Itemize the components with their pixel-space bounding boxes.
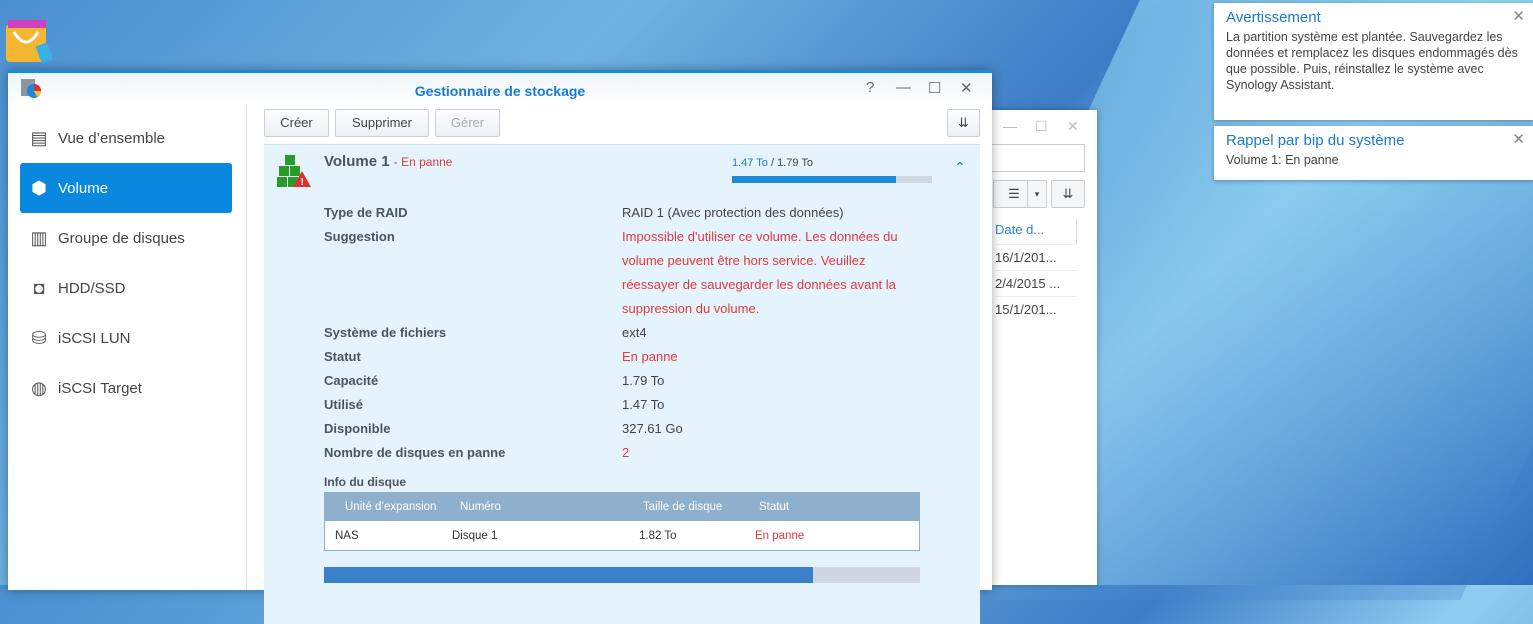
column-header-date[interactable]: Date d... xyxy=(995,218,1077,244)
sort-button[interactable]: ⇊ xyxy=(1051,180,1085,208)
cell-status: En panne xyxy=(755,530,805,542)
notification-beep[interactable]: Rappel par bip du système Volume 1: En p… xyxy=(1214,126,1533,180)
detail-label: Capacité xyxy=(324,373,379,388)
detail-label: Type de RAID xyxy=(324,205,408,220)
volume-name: Volume 1 - En panne xyxy=(324,153,453,170)
sidebar-item-label: iSCSI LUN xyxy=(58,329,131,347)
title-bar[interactable]: Gestionnaire de stockage ? — ☐ ✕ xyxy=(8,73,992,106)
maximize-icon[interactable]: ☐ xyxy=(1035,118,1048,135)
close-icon[interactable]: ✕ xyxy=(1512,130,1525,148)
minimize-icon[interactable]: — xyxy=(896,79,911,96)
detail-label: Système de fichiers xyxy=(324,325,447,340)
volume-icon: ⬢ xyxy=(31,177,47,198)
close-icon[interactable]: ✕ xyxy=(1512,7,1525,25)
notification-title: Rappel par bip du système xyxy=(1226,132,1405,149)
disk-table: Unité d’expansion Numéro Taille de disqu… xyxy=(324,492,920,551)
view-dropdown-button[interactable]: ▾ xyxy=(1027,180,1047,208)
sidebar-item-hdd-ssd[interactable]: ◘ HDD/SSD xyxy=(20,263,232,313)
help-icon[interactable]: ? xyxy=(866,79,874,96)
detail-label: Suggestion xyxy=(324,229,395,244)
delete-button[interactable]: Supprimer xyxy=(335,109,429,137)
detail-label: Statut xyxy=(324,349,361,364)
detail-value: 1.47 To xyxy=(622,397,665,412)
sidebar-item-disk-group[interactable]: ▥ Groupe de disques xyxy=(20,213,232,263)
volume-panel: ! Volume 1 - En panne 1.47 To / 1.79 To … xyxy=(264,144,980,624)
sidebar-item-volume[interactable]: ⬢ Volume xyxy=(20,163,232,213)
svg-text:!: ! xyxy=(301,177,304,188)
notification-body: Volume 1: En panne xyxy=(1226,153,1339,167)
list-item[interactable]: 2/4/2015 ... xyxy=(995,270,1077,296)
detail-value: 327.61 Go xyxy=(622,421,683,436)
disk-table-header: Unité d’expansion Numéro Taille de disqu… xyxy=(325,493,919,521)
close-icon[interactable]: ✕ xyxy=(960,79,973,97)
disk-bar xyxy=(324,567,920,583)
minimize-icon[interactable]: — xyxy=(1003,118,1017,134)
cell-disk-number: Disque 1 xyxy=(452,530,498,542)
search-input[interactable] xyxy=(985,144,1085,172)
sidebar: ▤ Vue d’ensemble ⬢ Volume ▥ Groupe de disqu… xyxy=(8,106,247,590)
sidebar-item-label: iSCSI Target xyxy=(58,379,142,397)
column-header[interactable]: Unité d’expansion xyxy=(345,501,436,513)
hdd-icon: ◘ xyxy=(33,277,45,298)
detail-label: Disponible xyxy=(324,421,391,436)
sidebar-item-iscsi-target[interactable]: ◍ iSCSI Target xyxy=(20,363,232,413)
column-header[interactable]: Numéro xyxy=(460,501,501,513)
detail-value: En panne xyxy=(622,349,678,364)
sort-button[interactable]: ⇊ xyxy=(947,109,980,137)
iscsi-target-icon: ◍ xyxy=(31,377,47,398)
collapse-chevron-icon[interactable]: ⌃ xyxy=(954,159,966,176)
main-content: Créer Supprimer Gérer ⇊ ! Volume 1 - En … xyxy=(264,106,980,624)
volume-usage-bar xyxy=(732,176,932,183)
disk-info-title: Info du disque xyxy=(324,475,406,489)
disk-group-icon: ▥ xyxy=(30,227,48,248)
window-title: Gestionnaire de stockage xyxy=(414,83,586,99)
overview-icon: ▤ xyxy=(30,127,48,148)
sidebar-item-label: Vue d’ensemble xyxy=(58,129,166,147)
detail-label: Nombre de disques en panne xyxy=(324,445,506,460)
iscsi-lun-icon: ⛁ xyxy=(31,327,47,348)
detail-value: RAID 1 (Avec protection des données) xyxy=(622,205,844,220)
package-center-icon[interactable] xyxy=(0,12,55,67)
volume-crashed-icon: ! xyxy=(277,155,311,188)
notification-title: Avertissement xyxy=(1226,9,1321,26)
sidebar-item-overview[interactable]: ▤ Vue d’ensemble xyxy=(20,113,232,163)
cell-disk-size: 1.82 To xyxy=(639,530,677,542)
detail-value: ext4 xyxy=(622,325,647,340)
column-header[interactable]: Statut xyxy=(759,501,789,513)
sidebar-item-label: Volume xyxy=(58,179,109,197)
detail-value: 2 xyxy=(622,445,630,460)
close-icon[interactable]: ✕ xyxy=(1067,118,1079,135)
sidebar-item-iscsi-lun[interactable]: ⛁ iSCSI LUN xyxy=(20,313,232,363)
volume-status: - En panne xyxy=(393,155,453,169)
detail-value: Impossible d'utiliser ce volume. Les don… xyxy=(622,229,898,316)
maximize-icon[interactable]: ☐ xyxy=(928,79,941,97)
background-window: — ☐ ✕ ☰ ▾ ⇊ Date d... 16/1/201... 2/4/20… xyxy=(985,110,1097,585)
detail-value: 1.79 To xyxy=(622,373,665,388)
volume-usage: 1.47 To / 1.79 To xyxy=(732,157,813,169)
table-row[interactable]: NAS Disque 1 1.82 To En panne xyxy=(325,521,919,551)
detail-label: Utilisé xyxy=(324,397,364,412)
storage-manager-window: Gestionnaire de stockage ? — ☐ ✕ ▤ Vue d’… xyxy=(8,70,992,624)
notification-body: La partition système est plantée. Sauveg… xyxy=(1226,30,1518,92)
sidebar-item-label: Groupe de disques xyxy=(58,229,185,247)
notification-warning[interactable]: Avertissement La partition système est p… xyxy=(1214,3,1533,120)
list-item[interactable]: 16/1/201... xyxy=(995,244,1077,270)
column-header[interactable]: Taille de disque xyxy=(643,501,722,513)
sidebar-item-label: HDD/SSD xyxy=(58,279,126,297)
create-button[interactable]: Créer xyxy=(264,109,329,137)
list-item[interactable]: 15/1/201... xyxy=(995,296,1077,322)
manage-button[interactable]: Gérer xyxy=(435,109,500,137)
cell-expansion-unit: NAS xyxy=(335,530,359,542)
